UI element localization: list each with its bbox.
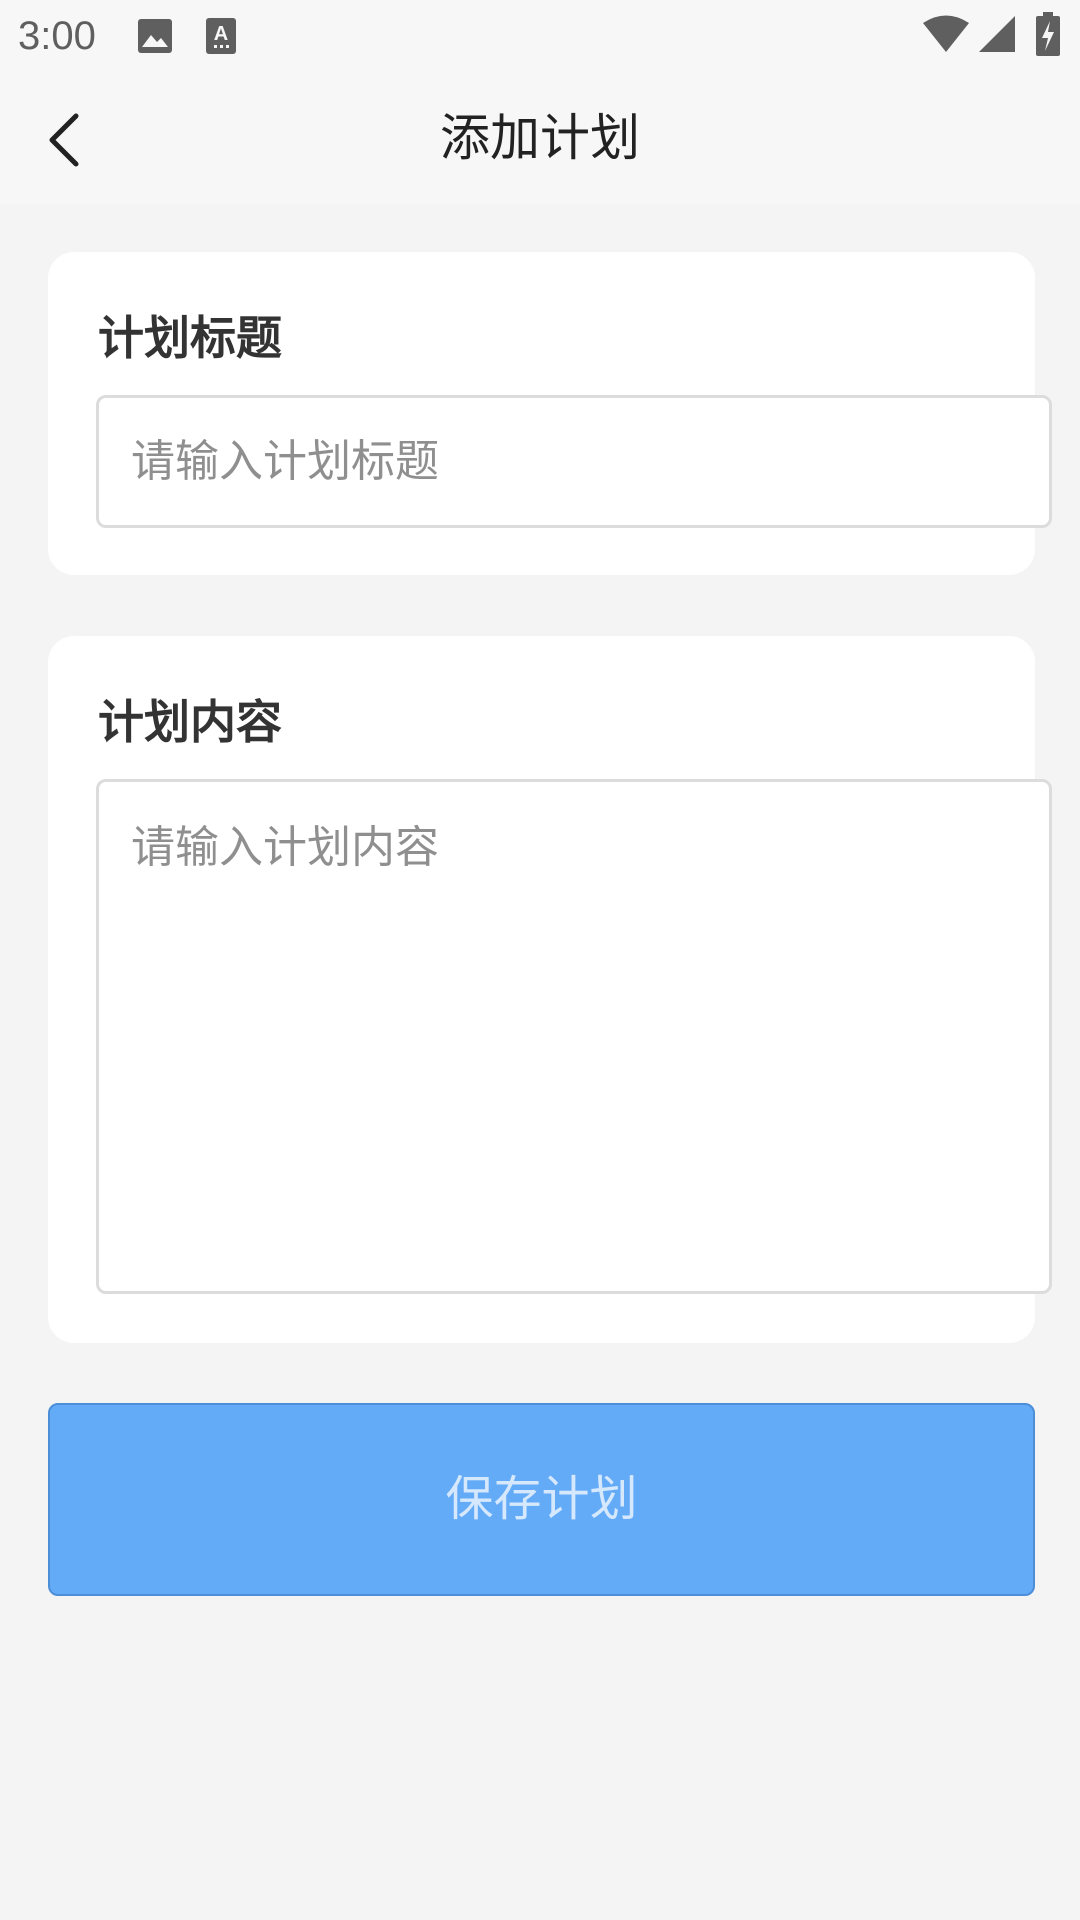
- save-button[interactable]: 保存计划: [48, 1403, 1035, 1596]
- image-icon: [137, 18, 173, 58]
- status-bar: 3:00 A: [0, 0, 1080, 72]
- battery-charging-icon: [1036, 12, 1060, 60]
- chevron-left-icon: [49, 113, 79, 167]
- font-icon: A: [206, 18, 236, 58]
- cellular-signal-icon: [978, 14, 1016, 58]
- title-input[interactable]: [96, 395, 1052, 528]
- title-label: 计划标题: [98, 311, 282, 365]
- page-title: 添加计划: [440, 109, 640, 167]
- status-time: 3:00: [18, 14, 96, 58]
- content-textarea[interactable]: [96, 779, 1052, 1294]
- content-label: 计划内容: [98, 695, 282, 749]
- navigation-bar: 添加计划: [0, 72, 1080, 204]
- back-button[interactable]: [24, 100, 104, 180]
- wifi-icon: [922, 14, 970, 58]
- svg-text:A: A: [214, 23, 228, 45]
